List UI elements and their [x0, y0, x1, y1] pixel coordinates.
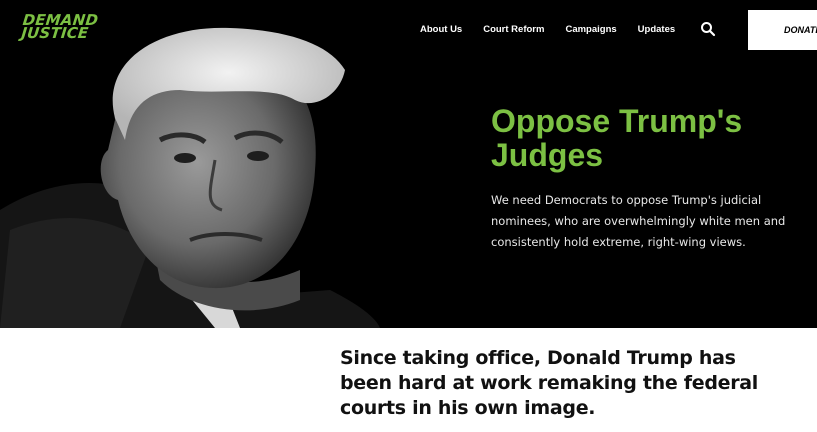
nav-item-court-reform[interactable]: Court Reform	[483, 24, 544, 35]
intro-text: Since taking office, Donald Trump has be…	[340, 347, 759, 419]
nav-item-updates[interactable]: Updates	[638, 24, 675, 35]
main-nav: About Us Court Reform Campaigns Updates	[420, 20, 717, 38]
search-icon[interactable]	[699, 20, 717, 38]
nav-item-about-us[interactable]: About Us	[420, 24, 462, 35]
hero-description: We need Democrats to oppose Trump's judi…	[491, 193, 786, 249]
nav-item-campaigns[interactable]: Campaigns	[565, 24, 616, 35]
portrait-image	[0, 27, 380, 328]
logo-line-2: JUSTICE	[20, 24, 90, 42]
hero-section: DEMAND JUSTICE About Us Court Reform Cam…	[0, 0, 817, 328]
hero-title: Oppose Trump's Judges	[491, 103, 743, 173]
donate-button[interactable]: DONATE	[748, 10, 817, 50]
demand-justice-logo[interactable]: DEMAND JUSTICE	[20, 11, 99, 42]
